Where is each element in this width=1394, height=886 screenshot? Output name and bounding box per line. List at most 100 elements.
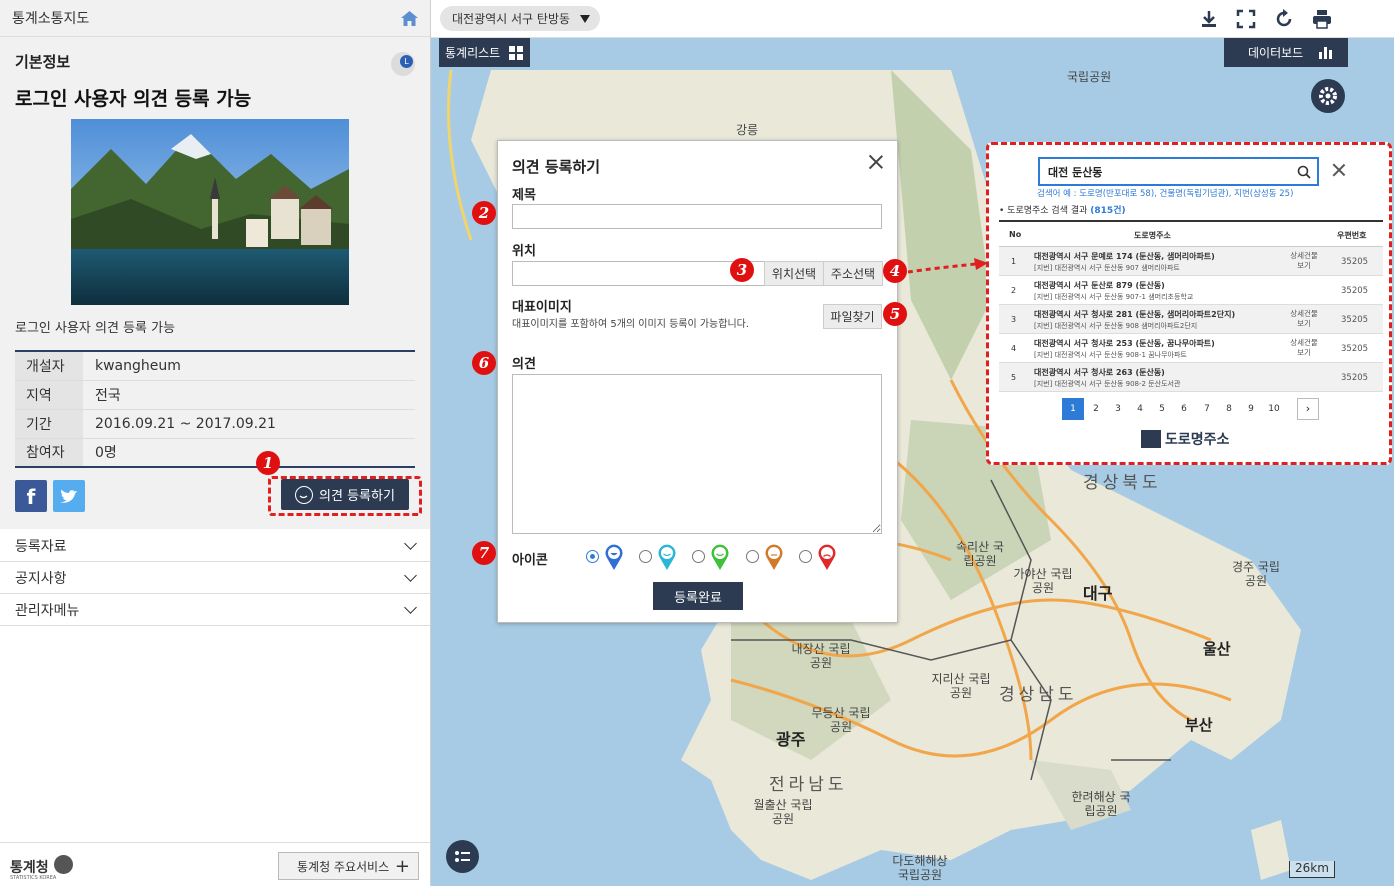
icon-label: 아이콘 — [512, 553, 548, 568]
close-icon[interactable] — [1331, 162, 1347, 178]
data-board-label: 데이터보드 — [1248, 46, 1304, 60]
result-prefix: • 도로명주소 검색 결과 — [999, 206, 1088, 216]
accordion-notices[interactable]: 공지사항 — [0, 562, 430, 594]
page-6[interactable]: 6 — [1173, 398, 1195, 420]
location-label: 대전광역시 서구 탄방동 — [452, 12, 571, 26]
address-search-popup: 대전 둔산동 검색어 예 : 도로명(반포대로 58), 건물명(독립기념관),… — [986, 142, 1392, 465]
callout-highlight-1 — [268, 476, 422, 516]
row-detail-link[interactable]: 상세건물 보기 — [1289, 309, 1319, 329]
sidebar-header: 통계소통지도 — [0, 0, 430, 37]
info-key: 참여자 — [15, 438, 83, 468]
callout-badge-6: 6 — [472, 351, 496, 375]
search-icon[interactable] — [1297, 165, 1311, 179]
download-icon[interactable] — [1199, 9, 1219, 29]
info-row-creator: 개설자 kwangheum — [15, 351, 415, 381]
modal-title: 의견 등록하기 — [512, 158, 601, 176]
stat-list-button[interactable]: 통계리스트 — [439, 38, 530, 67]
home-icon[interactable] — [401, 10, 418, 26]
row-road: 대전광역시 서구 청사로 253 (둔산동, 꿈나무아파트) — [1034, 339, 1215, 348]
address-search-input[interactable]: 대전 둔산동 — [1038, 157, 1319, 186]
map-description: 로그인 사용자 의견 등록 가능 — [15, 321, 176, 336]
app-title: 통계소통지도 — [12, 11, 90, 27]
info-key: 기간 — [15, 409, 83, 439]
main-services-button[interactable]: 통계청 주요서비스 + — [278, 852, 419, 880]
next-page-button[interactable]: › — [1297, 398, 1319, 420]
page-3[interactable]: 3 — [1107, 398, 1129, 420]
page-8[interactable]: 8 — [1218, 398, 1240, 420]
map-label-park: 국립공원 — [1067, 70, 1112, 84]
row-zip: 35205 — [1341, 373, 1369, 383]
info-value: kwangheum — [83, 351, 415, 381]
callout-badge-2: 2 — [472, 201, 496, 225]
info-row-region: 지역 전국 — [15, 380, 415, 410]
fullscreen-icon[interactable] — [1236, 9, 1256, 29]
icon-radio-sad[interactable] — [799, 550, 812, 563]
language-icon[interactable]: L — [391, 52, 415, 76]
map-label-naejangsan: 내장산 국립공원 — [791, 642, 851, 670]
file-browse-button[interactable]: 파일찾기 — [823, 304, 882, 329]
row-detail-link[interactable]: 상세건물 보기 — [1289, 251, 1319, 271]
row-no: 1 — [1011, 257, 1017, 266]
close-icon[interactable] — [867, 153, 885, 171]
address-query: 대전 둔산동 — [1048, 165, 1103, 179]
result-row[interactable]: 5 대전광역시 서구 청사로 263 (둔산동) [지번] 대전광역시 서구 둔… — [999, 363, 1383, 392]
kostat-logo-sub: STATISTICS KOREA — [10, 875, 57, 881]
page-10[interactable]: 10 — [1263, 398, 1285, 420]
result-row[interactable]: 2 대전광역시 서구 둔산로 879 (둔산동) [지번] 대전광역시 서구 둔… — [999, 276, 1383, 305]
chevron-down-icon — [404, 568, 417, 582]
map-label-ulsan: 울산 — [1203, 640, 1231, 658]
subject-label: 제목 — [512, 188, 536, 203]
result-row[interactable]: 4 대전광역시 서구 청사로 253 (둔산동, 꿈나무아파트) [지번] 대전… — [999, 334, 1383, 363]
icon-radio-neutral[interactable] — [746, 550, 759, 563]
row-jibun: [지번] 대전광역시 서구 둔산동 908 샘머리아파트2단지 — [1034, 322, 1198, 330]
happy-pin-icon — [658, 544, 676, 570]
data-board-button[interactable]: 데이터보드 — [1224, 38, 1348, 67]
callout-badge-1: 1 — [256, 451, 280, 475]
page-1[interactable]: 1 — [1062, 398, 1084, 420]
map-label-songnisan: 속리산 국립공원 — [956, 540, 1004, 568]
location-input[interactable] — [512, 261, 765, 286]
page-9[interactable]: 9 — [1240, 398, 1262, 420]
page-2[interactable]: 2 — [1085, 398, 1107, 420]
row-jibun: [지번] 대전광역시 서구 둔산동 907-1 샘머리초등학교 — [1034, 293, 1194, 301]
header-zip: 우편번호 — [1337, 231, 1367, 240]
result-count: • 도로명주소 검색 결과 (815건) — [999, 203, 1126, 216]
icon-radio-smile[interactable] — [692, 550, 705, 563]
info-row-period: 기간 2016.09.21 ~ 2017.09.21 — [15, 409, 415, 439]
accordion-admin-menu[interactable]: 관리자메뉴 — [0, 594, 430, 626]
settings-button[interactable] — [1311, 79, 1345, 113]
result-row[interactable]: 1 대전광역시 서구 문예로 174 (둔산동, 샘머리아파트) [지번] 대전… — [999, 247, 1383, 276]
refresh-icon[interactable] — [1274, 9, 1294, 29]
location-label: 위치 — [512, 244, 536, 259]
map-label-daegu: 대구 — [1083, 584, 1113, 603]
page-5[interactable]: 5 — [1151, 398, 1173, 420]
road-address-emblem-icon — [1141, 430, 1161, 448]
twitter-share-button[interactable] — [53, 480, 85, 512]
result-count-value: (815건) — [1090, 206, 1126, 216]
location-selector[interactable]: 대전광역시 서구 탄방동 — [440, 6, 600, 31]
legend-toggle-button[interactable] — [446, 840, 479, 873]
submit-button[interactable]: 등록완료 — [653, 582, 743, 610]
row-detail-link[interactable]: 상세건물 보기 — [1289, 338, 1319, 358]
icon-radio-happy[interactable] — [639, 550, 652, 563]
page-4[interactable]: 4 — [1129, 398, 1151, 420]
print-icon[interactable] — [1312, 9, 1332, 29]
opinion-label: 의견 — [512, 357, 536, 372]
accordion-registered-data[interactable]: 등록자료 — [0, 530, 430, 562]
map-scale: 26km — [1289, 861, 1335, 878]
row-jibun: [지번] 대전광역시 서구 둔산동 908-2 둔산도서관 — [1034, 380, 1181, 388]
map-label-gyeongju: 경주 국립공원 — [1232, 560, 1280, 588]
pick-location-button[interactable]: 위치선택 — [764, 261, 824, 286]
basic-info-panel: 기본정보 L 로그인 사용자 의견 등록 가능 로그인 사용자 의견 등록 가능 — [0, 37, 430, 529]
smile-pin-icon — [711, 544, 729, 570]
row-no: 4 — [1011, 344, 1017, 353]
map-label-hallyeo: 한려해상 국립공원 — [1071, 790, 1131, 818]
facebook-share-button[interactable]: f — [15, 480, 47, 512]
row-road: 대전광역시 서구 둔산로 879 (둔산동) — [1034, 281, 1165, 290]
result-row[interactable]: 3 대전광역시 서구 청사로 281 (둔산동, 샘머리아파트2단지) [지번]… — [999, 305, 1383, 334]
subject-input[interactable] — [512, 204, 882, 229]
opinion-textarea[interactable] — [512, 374, 882, 534]
icon-radio-very-happy[interactable] — [586, 550, 599, 563]
page-7[interactable]: 7 — [1196, 398, 1218, 420]
pick-address-button[interactable]: 주소선택 — [823, 261, 883, 286]
